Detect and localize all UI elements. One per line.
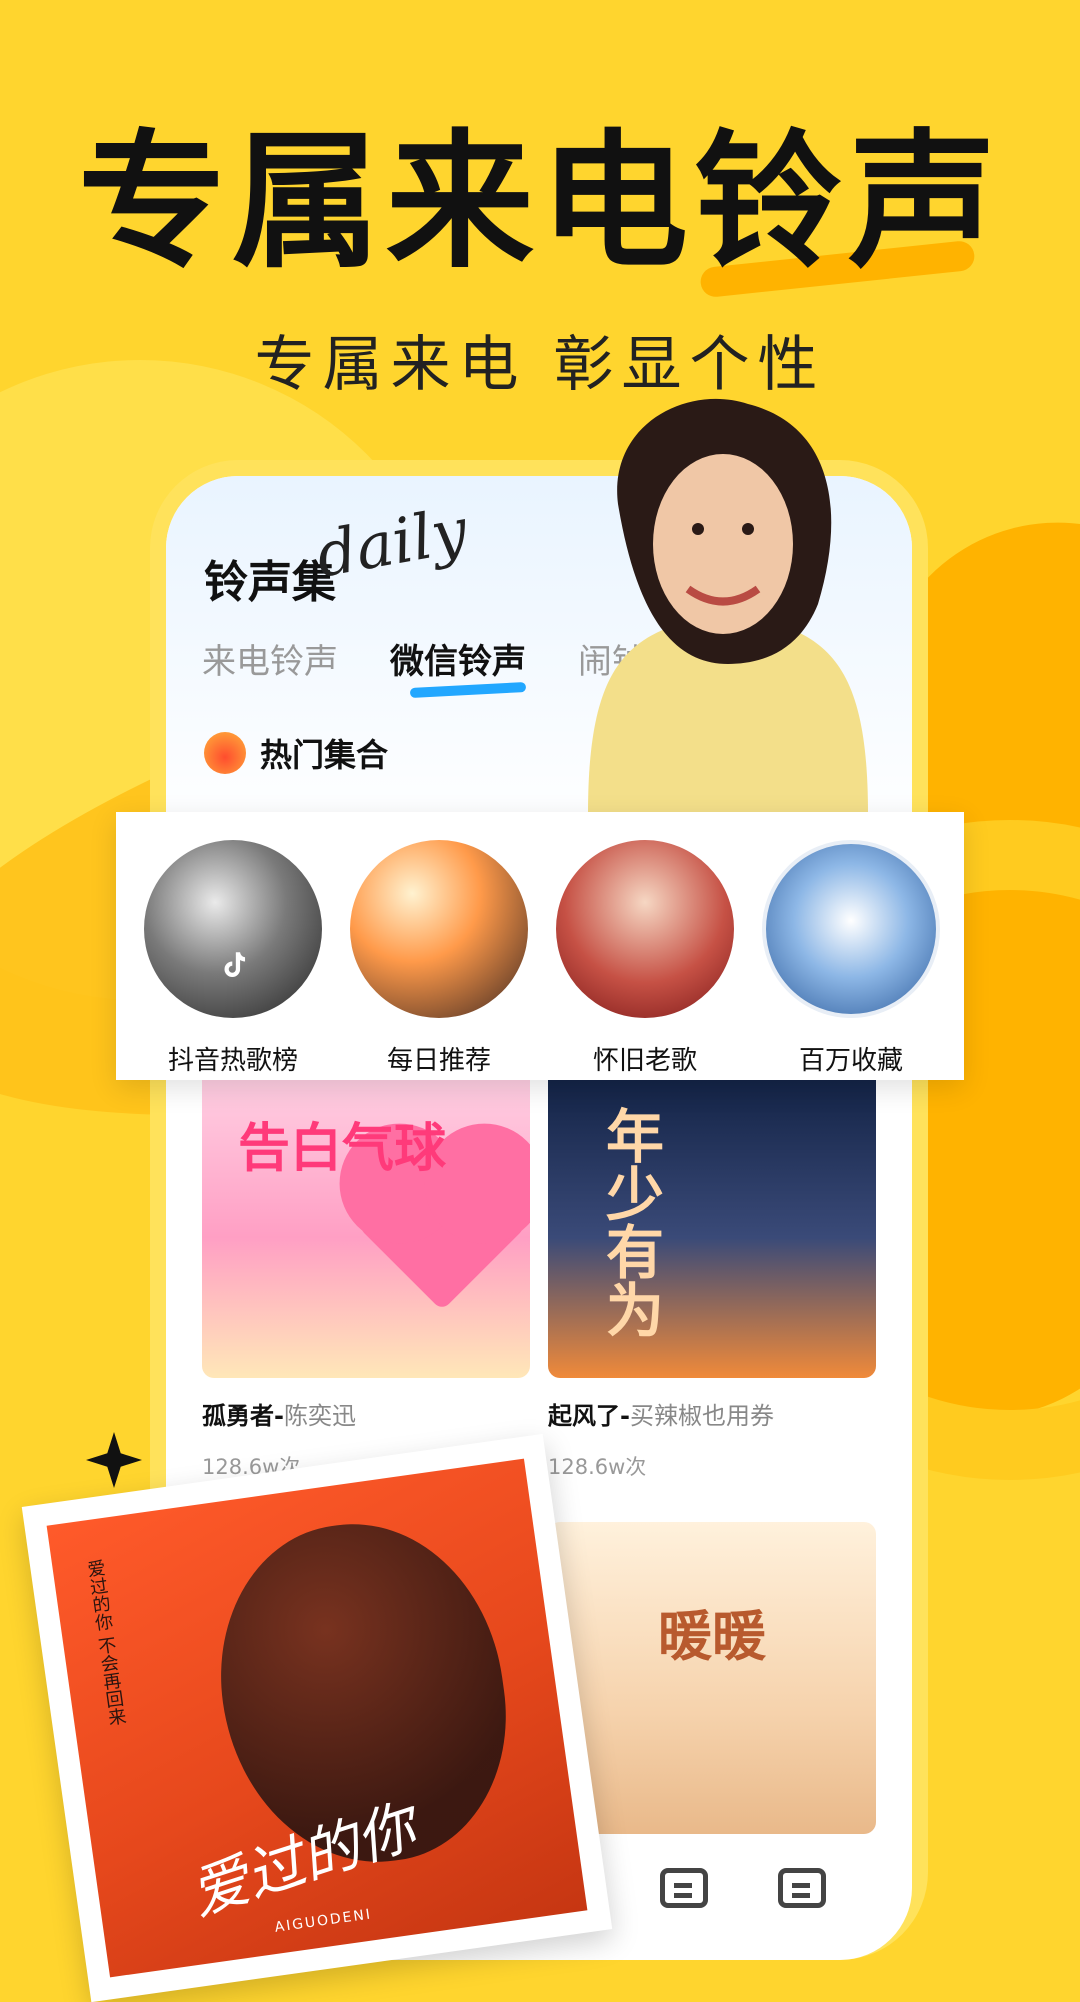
- separator: -: [274, 1402, 284, 1430]
- category-item[interactable]: 怀旧老歌: [554, 840, 736, 1077]
- category-cover: [762, 840, 940, 1018]
- category-label: 怀旧老歌: [592, 1046, 697, 1076]
- artist-name: 买辣椒也用券: [629, 1402, 774, 1430]
- section-header: 热门集合: [204, 730, 388, 776]
- cover-text: 告白气球: [238, 1118, 447, 1179]
- card-cover: 告白气球: [202, 1066, 530, 1378]
- hero-title: 专属来电铃声: [78, 116, 1002, 288]
- hero-subtitle: 专属来电 彰显个性: [254, 330, 826, 400]
- category-item[interactable]: 每日推荐: [348, 840, 530, 1077]
- artist-name: 陈奕迅: [283, 1402, 356, 1430]
- category-list: 抖音热歌榜 每日推荐 怀旧老歌 百万收藏: [142, 840, 942, 1077]
- album-artwork: 爱过的你 不会再回来 爱过的你 AIGUODENI: [46, 1458, 588, 1978]
- list-icon[interactable]: [660, 1868, 708, 1908]
- song-name: 起风了: [548, 1402, 620, 1430]
- category-cover: [556, 840, 734, 1018]
- category-label: 每日推荐: [386, 1046, 491, 1076]
- category-cover: [144, 840, 322, 1018]
- card-cover: 年少有为: [548, 1066, 876, 1378]
- album-vertical-text: 爱过的你 不会再回来: [83, 1558, 128, 1728]
- category-label: 百万收藏: [798, 1046, 903, 1076]
- category-item[interactable]: 百万收藏: [760, 840, 942, 1077]
- card-title: 孤勇者-陈奕迅: [202, 1396, 530, 1431]
- fire-icon: [204, 732, 246, 774]
- card-title: 起风了-买辣椒也用券: [548, 1396, 876, 1431]
- section-title: 热门集合: [260, 736, 389, 774]
- ringtone-card[interactable]: 年少有为 起风了-买辣椒也用券 128.6w次: [548, 1066, 876, 1522]
- cover-text: 暖暖: [658, 1604, 766, 1668]
- song-name: 孤勇者: [202, 1402, 274, 1430]
- menu-icon[interactable]: [778, 1868, 826, 1908]
- category-item[interactable]: 抖音热歌榜: [142, 840, 324, 1077]
- featured-singer-photo: [588, 398, 868, 814]
- tiktok-icon: [224, 952, 246, 978]
- category-card: 抖音热歌榜 每日推荐 怀旧老歌 百万收藏: [116, 812, 964, 1080]
- album-romanized: AIGUODENI: [273, 1906, 374, 1936]
- cover-text: 年少有为: [596, 1106, 664, 1338]
- tab-incoming-ringtone[interactable]: 来电铃声: [202, 634, 338, 683]
- category-label: 抖音热歌榜: [167, 1046, 298, 1076]
- tab-wechat-ringtone[interactable]: 微信铃声: [390, 634, 526, 683]
- album-cover: 爱过的你 不会再回来 爱过的你 AIGUODENI: [21, 1433, 613, 2002]
- card-cover: 暖暖: [548, 1522, 876, 1834]
- category-cover: [350, 840, 528, 1018]
- bottom-nav-icons: [660, 1868, 826, 1908]
- play-count: 128.6w次: [548, 1455, 647, 1479]
- separator: -: [620, 1402, 630, 1430]
